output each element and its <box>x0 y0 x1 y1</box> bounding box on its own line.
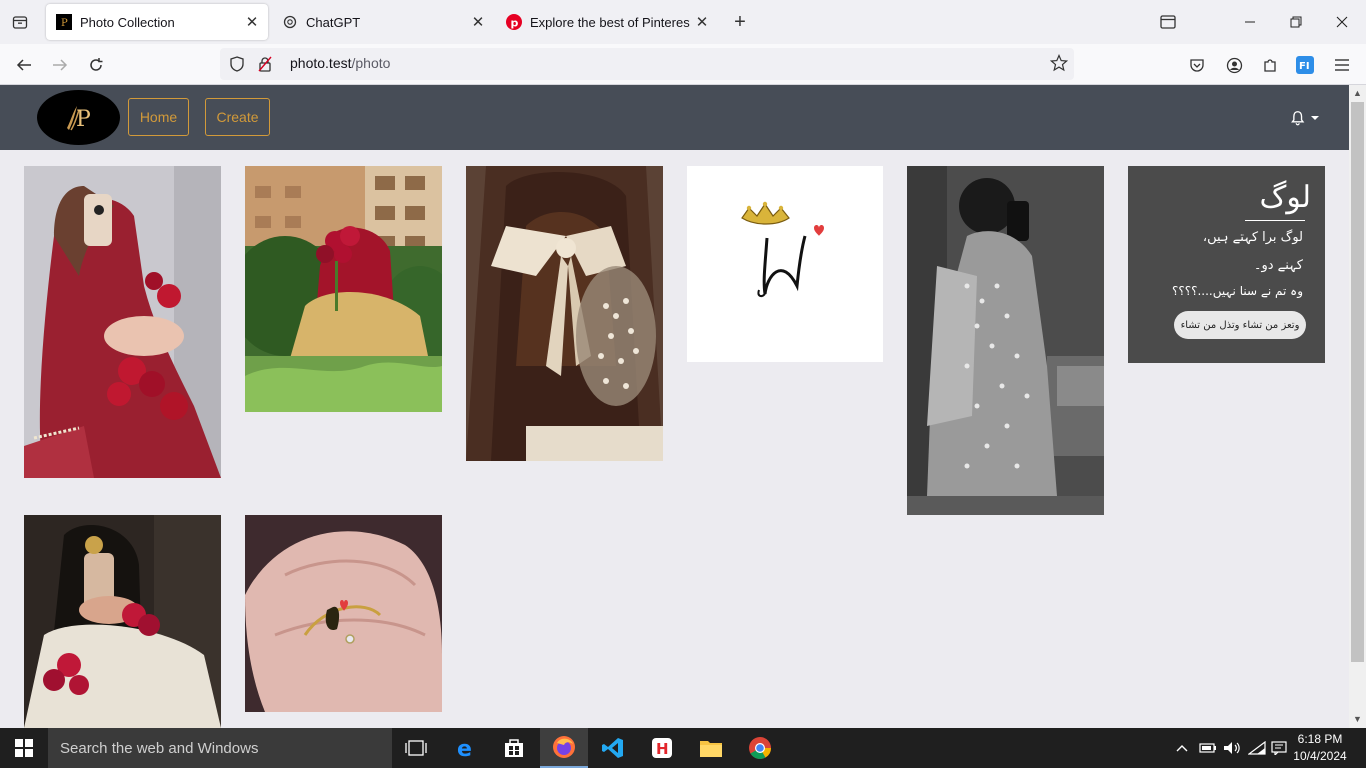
volume-icon[interactable] <box>1221 728 1243 768</box>
system-clock[interactable]: 6:18 PM 10/4/2024 <box>1290 731 1350 765</box>
home-button[interactable]: Home <box>128 98 189 136</box>
poetry-divider <box>1245 220 1305 221</box>
page-content: P Home Create لوگ لوگ برا کہتے ہیں، کہنے… <box>0 85 1349 728</box>
forward-icon[interactable] <box>46 51 74 79</box>
edge-icon[interactable]: e <box>442 728 490 768</box>
bookmark-star-icon[interactable] <box>1049 53 1069 77</box>
browser-tab-bar: P Photo Collection ✕ ChatGPT ✕ p Explore… <box>0 0 1366 44</box>
poetry-heading: لوگ <box>1259 180 1312 215</box>
shield-icon[interactable] <box>228 56 246 72</box>
taskbar-search-box[interactable]: Search the web and Windows <box>48 728 392 768</box>
tab-pinterest[interactable]: p Explore the best of Pinterest ✕ <box>496 4 718 40</box>
poetry-line: لوگ برا کہتے ہیں، <box>1202 230 1303 245</box>
account-icon[interactable] <box>1220 51 1248 79</box>
tab-photo-collection[interactable]: P Photo Collection ✕ <box>46 4 268 40</box>
reload-icon[interactable] <box>82 51 110 79</box>
chatgpt-favicon <box>282 14 298 30</box>
photo-card[interactable] <box>687 166 883 362</box>
show-hidden-icons-icon[interactable] <box>1173 728 1191 768</box>
site-logo[interactable]: P <box>37 90 120 145</box>
addon-icon[interactable]: FI <box>1291 51 1319 79</box>
svg-text:P: P <box>76 107 91 132</box>
app-navbar: P Home Create <box>0 85 1349 150</box>
photo-image <box>466 166 663 461</box>
svg-text:p: p <box>511 17 519 30</box>
lock-insecure-icon[interactable] <box>256 56 274 72</box>
bell-icon <box>1291 111 1305 126</box>
pocket-icon[interactable] <box>1183 51 1211 79</box>
herd-app-icon[interactable]: H <box>638 728 686 768</box>
svg-text:FI: FI <box>1299 61 1310 72</box>
photo-image <box>245 515 442 712</box>
tab-title: ChatGPT <box>306 14 361 30</box>
svg-text:H: H <box>656 740 669 758</box>
clock-time: 6:18 PM <box>1297 732 1343 746</box>
task-view-icon[interactable] <box>392 728 440 768</box>
svg-text:P: P <box>61 18 68 29</box>
menu-icon[interactable] <box>1328 51 1356 79</box>
photo-card[interactable] <box>466 166 663 461</box>
network-icon[interactable] <box>1246 728 1268 768</box>
tab-list-icon[interactable] <box>8 10 32 34</box>
new-tab-icon[interactable]: + <box>728 10 752 34</box>
scroll-up-icon[interactable]: ▲ <box>1352 88 1363 99</box>
tab-chatgpt[interactable]: ChatGPT ✕ <box>272 4 494 40</box>
close-tab-icon[interactable]: ✕ <box>466 10 490 34</box>
photo-image <box>687 166 883 362</box>
close-tab-icon[interactable]: ✕ <box>240 10 264 34</box>
windows-logo-icon <box>15 739 33 757</box>
poetry-line: وہ تم نے سنا نہیں....؟؟؟؟ <box>1172 284 1303 298</box>
battery-icon[interactable] <box>1197 728 1219 768</box>
tab-title: Explore the best of Pinterest <box>530 14 690 30</box>
browser-view-icon[interactable] <box>1154 8 1182 36</box>
photo-card[interactable]: لوگ لوگ برا کہتے ہیں، کہنے دو۔ وہ تم نے … <box>1128 166 1325 363</box>
poetry-line: کہنے دو۔ <box>1253 258 1303 273</box>
url-text: photo.test/photo <box>290 55 391 71</box>
restore-icon[interactable] <box>1282 8 1310 36</box>
photo-collection-favicon: P <box>56 14 72 30</box>
notification-dropdown[interactable] <box>1290 109 1320 127</box>
photo-card[interactable] <box>24 166 221 478</box>
photo-image <box>24 515 221 728</box>
minimize-icon[interactable] <box>1236 8 1264 36</box>
feather-p-logo-icon: P <box>66 105 91 132</box>
start-button[interactable] <box>0 728 48 768</box>
address-bar[interactable]: photo.test/photo <box>220 48 1074 80</box>
close-tab-icon[interactable]: ✕ <box>690 10 714 34</box>
photo-card[interactable] <box>245 166 442 412</box>
back-icon[interactable] <box>10 51 38 79</box>
photo-image <box>24 166 221 478</box>
chrome-icon[interactable] <box>736 728 784 768</box>
scroll-down-icon[interactable]: ▼ <box>1352 714 1363 725</box>
page-scrollbar[interactable]: ▲ ▼ <box>1349 85 1366 728</box>
photo-card[interactable] <box>245 515 442 712</box>
photo-image <box>245 166 442 412</box>
firefox-icon[interactable] <box>540 728 588 768</box>
vscode-icon[interactable] <box>589 728 637 768</box>
photo-card[interactable] <box>24 515 221 728</box>
poetry-quote-pill: وتعز من تشاء وتذل من تشاء <box>1174 311 1306 339</box>
extensions-icon[interactable] <box>1256 51 1284 79</box>
store-icon[interactable] <box>490 728 538 768</box>
close-window-icon[interactable] <box>1328 8 1356 36</box>
clock-date: 10/4/2024 <box>1293 749 1347 763</box>
pinterest-favicon: p <box>506 14 522 30</box>
svg-text:e: e <box>457 737 472 759</box>
action-center-icon[interactable] <box>1268 728 1290 768</box>
file-explorer-icon[interactable] <box>687 728 735 768</box>
scrollbar-thumb[interactable] <box>1351 102 1364 662</box>
photo-card[interactable] <box>907 166 1104 515</box>
tab-title: Photo Collection <box>80 14 175 30</box>
caret-down-icon <box>1311 116 1320 120</box>
windows-taskbar: Search the web and Windows e H 6:18 PM 1… <box>0 728 1366 768</box>
browser-toolbar: photo.test/photo FI <box>0 44 1366 85</box>
create-button[interactable]: Create <box>205 98 270 136</box>
photo-image <box>907 166 1104 515</box>
